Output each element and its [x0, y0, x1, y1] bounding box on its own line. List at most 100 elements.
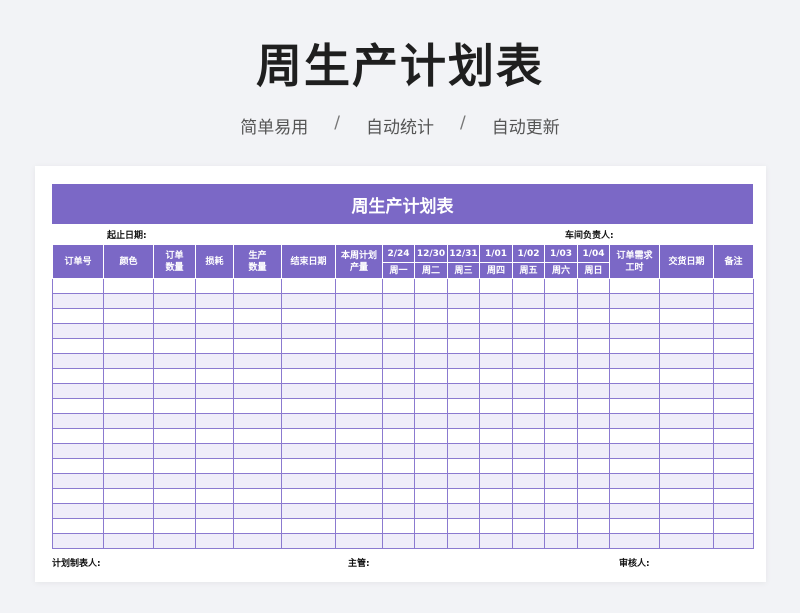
table-cell[interactable]: [544, 353, 578, 369]
table-cell[interactable]: [153, 503, 196, 519]
table-cell[interactable]: [233, 353, 282, 369]
table-cell[interactable]: [382, 473, 415, 489]
table-cell[interactable]: [512, 473, 545, 489]
table-cell[interactable]: [713, 368, 754, 384]
table-cell[interactable]: [512, 398, 545, 414]
table-cell[interactable]: [52, 413, 104, 429]
table-cell[interactable]: [52, 533, 104, 549]
table-cell[interactable]: [659, 398, 714, 414]
table-cell[interactable]: [447, 413, 480, 429]
table-cell[interactable]: [512, 278, 545, 294]
table-cell[interactable]: [195, 383, 234, 399]
table-cell[interactable]: [609, 458, 660, 474]
table-cell[interactable]: [195, 503, 234, 519]
table-cell[interactable]: [577, 383, 610, 399]
table-cell[interactable]: [414, 293, 448, 309]
table-cell[interactable]: [281, 368, 336, 384]
table-cell[interactable]: [609, 503, 660, 519]
table-cell[interactable]: [479, 503, 513, 519]
table-cell[interactable]: [577, 428, 610, 444]
table-cell[interactable]: [512, 488, 545, 504]
table-cell[interactable]: [281, 353, 336, 369]
table-cell[interactable]: [52, 458, 104, 474]
table-cell[interactable]: [52, 293, 104, 309]
table-cell[interactable]: [577, 413, 610, 429]
table-cell[interactable]: [281, 338, 336, 354]
table-cell[interactable]: [577, 473, 610, 489]
table-cell[interactable]: [512, 413, 545, 429]
table-cell[interactable]: [479, 443, 513, 459]
table-cell[interactable]: [281, 293, 336, 309]
table-cell[interactable]: [609, 278, 660, 294]
table-cell[interactable]: [233, 323, 282, 339]
table-cell[interactable]: [103, 458, 154, 474]
table-cell[interactable]: [713, 488, 754, 504]
table-cell[interactable]: [103, 383, 154, 399]
table-cell[interactable]: [103, 368, 154, 384]
table-cell[interactable]: [382, 308, 415, 324]
table-cell[interactable]: [281, 323, 336, 339]
table-cell[interactable]: [512, 308, 545, 324]
table-cell[interactable]: [335, 473, 383, 489]
table-cell[interactable]: [577, 338, 610, 354]
table-cell[interactable]: [713, 293, 754, 309]
table-cell[interactable]: [233, 428, 282, 444]
table-cell[interactable]: [609, 443, 660, 459]
table-cell[interactable]: [447, 458, 480, 474]
table-cell[interactable]: [281, 443, 336, 459]
table-cell[interactable]: [609, 383, 660, 399]
table-cell[interactable]: [659, 443, 714, 459]
table-cell[interactable]: [382, 293, 415, 309]
table-cell[interactable]: [479, 278, 513, 294]
table-cell[interactable]: [479, 413, 513, 429]
table-cell[interactable]: [335, 293, 383, 309]
table-cell[interactable]: [195, 398, 234, 414]
table-cell[interactable]: [577, 278, 610, 294]
table-cell[interactable]: [382, 368, 415, 384]
table-cell[interactable]: [153, 413, 196, 429]
table-cell[interactable]: [233, 473, 282, 489]
table-cell[interactable]: [233, 458, 282, 474]
table-cell[interactable]: [512, 443, 545, 459]
table-cell[interactable]: [153, 308, 196, 324]
table-cell[interactable]: [577, 458, 610, 474]
table-cell[interactable]: [335, 398, 383, 414]
table-cell[interactable]: [544, 398, 578, 414]
table-cell[interactable]: [577, 293, 610, 309]
table-cell[interactable]: [414, 308, 448, 324]
table-cell[interactable]: [713, 308, 754, 324]
table-cell[interactable]: [382, 503, 415, 519]
table-cell[interactable]: [447, 488, 480, 504]
table-cell[interactable]: [153, 278, 196, 294]
table-cell[interactable]: [479, 458, 513, 474]
table-cell[interactable]: [609, 353, 660, 369]
table-cell[interactable]: [233, 398, 282, 414]
table-cell[interactable]: [52, 503, 104, 519]
table-cell[interactable]: [659, 533, 714, 549]
table-cell[interactable]: [414, 413, 448, 429]
table-cell[interactable]: [281, 503, 336, 519]
table-cell[interactable]: [544, 368, 578, 384]
table-cell[interactable]: [713, 428, 754, 444]
table-cell[interactable]: [382, 278, 415, 294]
table-cell[interactable]: [609, 428, 660, 444]
table-cell[interactable]: [479, 518, 513, 534]
table-cell[interactable]: [479, 323, 513, 339]
table-cell[interactable]: [479, 368, 513, 384]
table-cell[interactable]: [414, 338, 448, 354]
table-cell[interactable]: [103, 398, 154, 414]
table-cell[interactable]: [233, 488, 282, 504]
table-cell[interactable]: [577, 503, 610, 519]
table-cell[interactable]: [447, 353, 480, 369]
table-cell[interactable]: [544, 428, 578, 444]
table-cell[interactable]: [233, 338, 282, 354]
table-cell[interactable]: [577, 518, 610, 534]
table-cell[interactable]: [659, 323, 714, 339]
table-cell[interactable]: [195, 428, 234, 444]
table-cell[interactable]: [447, 443, 480, 459]
table-cell[interactable]: [233, 503, 282, 519]
table-cell[interactable]: [153, 383, 196, 399]
table-cell[interactable]: [609, 413, 660, 429]
table-cell[interactable]: [281, 308, 336, 324]
table-cell[interactable]: [414, 503, 448, 519]
